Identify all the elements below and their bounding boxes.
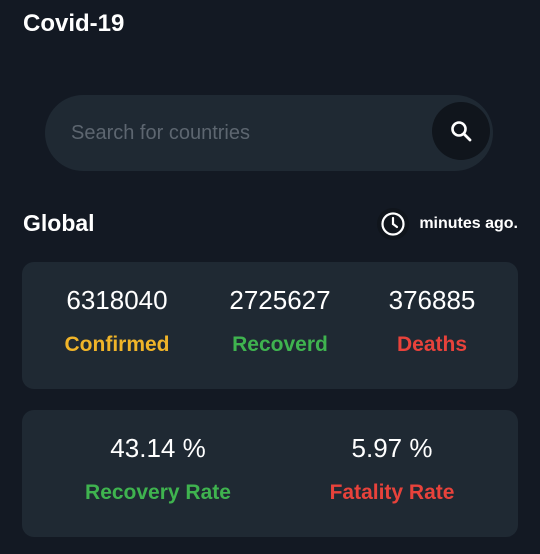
stat-confirmed-value: 6318040 bbox=[66, 285, 168, 315]
search-button[interactable] bbox=[432, 102, 490, 160]
stat-deaths-label: Deaths bbox=[396, 333, 468, 356]
search-bar bbox=[45, 95, 493, 171]
rate-recovery: 43.14 % Recovery Rate bbox=[68, 432, 248, 507]
app-screen: Covid-19 Global minutes ago. 6318040 Con… bbox=[0, 0, 540, 554]
rate-fatality-value: 5.97 % bbox=[351, 433, 433, 463]
stat-deaths-value: 376885 bbox=[388, 285, 476, 315]
global-rates-card: 43.14 % Recovery Rate 5.97 % Fatality Ra… bbox=[22, 410, 518, 537]
clock-icon bbox=[377, 208, 410, 240]
search-icon bbox=[451, 121, 472, 142]
rate-fatality: 5.97 % Fatality Rate bbox=[302, 432, 482, 507]
last-updated-text: minutes ago. bbox=[419, 215, 518, 232]
search-input[interactable] bbox=[71, 113, 411, 153]
global-stats-card: 6318040 Confirmed 2725627 Recoverd 37688… bbox=[22, 262, 518, 389]
stat-deaths: 376885 Deaths bbox=[367, 284, 497, 359]
stat-recovered-value: 2725627 bbox=[229, 285, 331, 315]
stat-recovered: 2725627 Recoverd bbox=[215, 284, 345, 359]
rate-fatality-label: Fatality Rate bbox=[329, 481, 455, 504]
stat-confirmed: 6318040 Confirmed bbox=[52, 284, 182, 359]
rate-recovery-label: Recovery Rate bbox=[85, 481, 231, 504]
rate-recovery-value: 43.14 % bbox=[110, 433, 206, 463]
section-title-global: Global bbox=[23, 210, 95, 236]
app-title: Covid-19 bbox=[23, 10, 125, 37]
stat-recovered-label: Recoverd bbox=[232, 333, 328, 356]
last-updated: minutes ago. bbox=[377, 208, 518, 240]
stat-confirmed-label: Confirmed bbox=[64, 333, 170, 356]
